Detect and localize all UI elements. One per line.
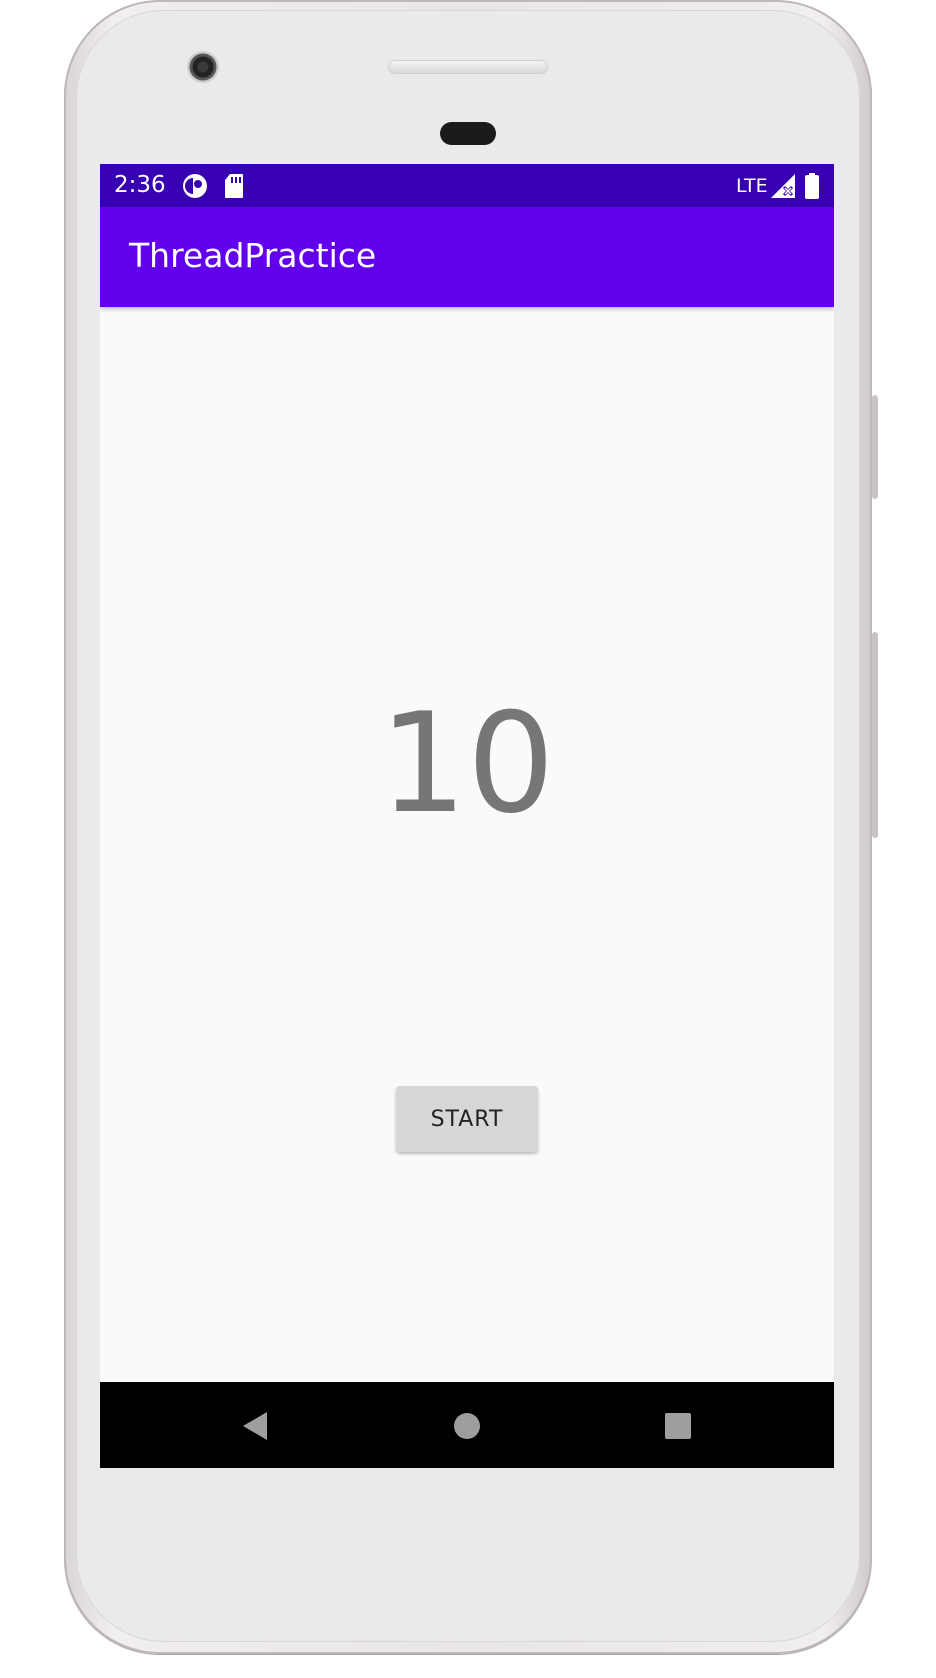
app-title: ThreadPractice	[129, 236, 377, 275]
back-icon[interactable]	[237, 1406, 277, 1446]
volume-button	[872, 395, 878, 499]
sd-card-icon	[225, 174, 243, 198]
counter-display: 10	[379, 683, 555, 844]
app-screen: 2:36 LTE ThreadPractice 10 START	[100, 164, 834, 1468]
app-toolbar: ThreadPractice	[100, 207, 834, 307]
navigation-bar	[100, 1382, 834, 1468]
home-icon[interactable]	[447, 1406, 487, 1446]
device-screenshot: 2:36 LTE ThreadPractice 10 START	[0, 0, 936, 1678]
network-type: LTE	[736, 175, 768, 197]
battery-icon	[805, 173, 819, 199]
status-bar: 2:36 LTE	[100, 164, 834, 207]
start-button[interactable]: START	[396, 1086, 538, 1152]
proximity-sensor	[440, 122, 496, 145]
earpiece-speaker	[388, 60, 548, 74]
front-camera-icon	[187, 51, 219, 83]
recents-icon[interactable]	[658, 1406, 698, 1446]
status-time: 2:36	[114, 172, 166, 198]
signal-off-icon	[771, 174, 795, 198]
sync-icon	[183, 174, 207, 198]
power-button	[872, 632, 878, 838]
